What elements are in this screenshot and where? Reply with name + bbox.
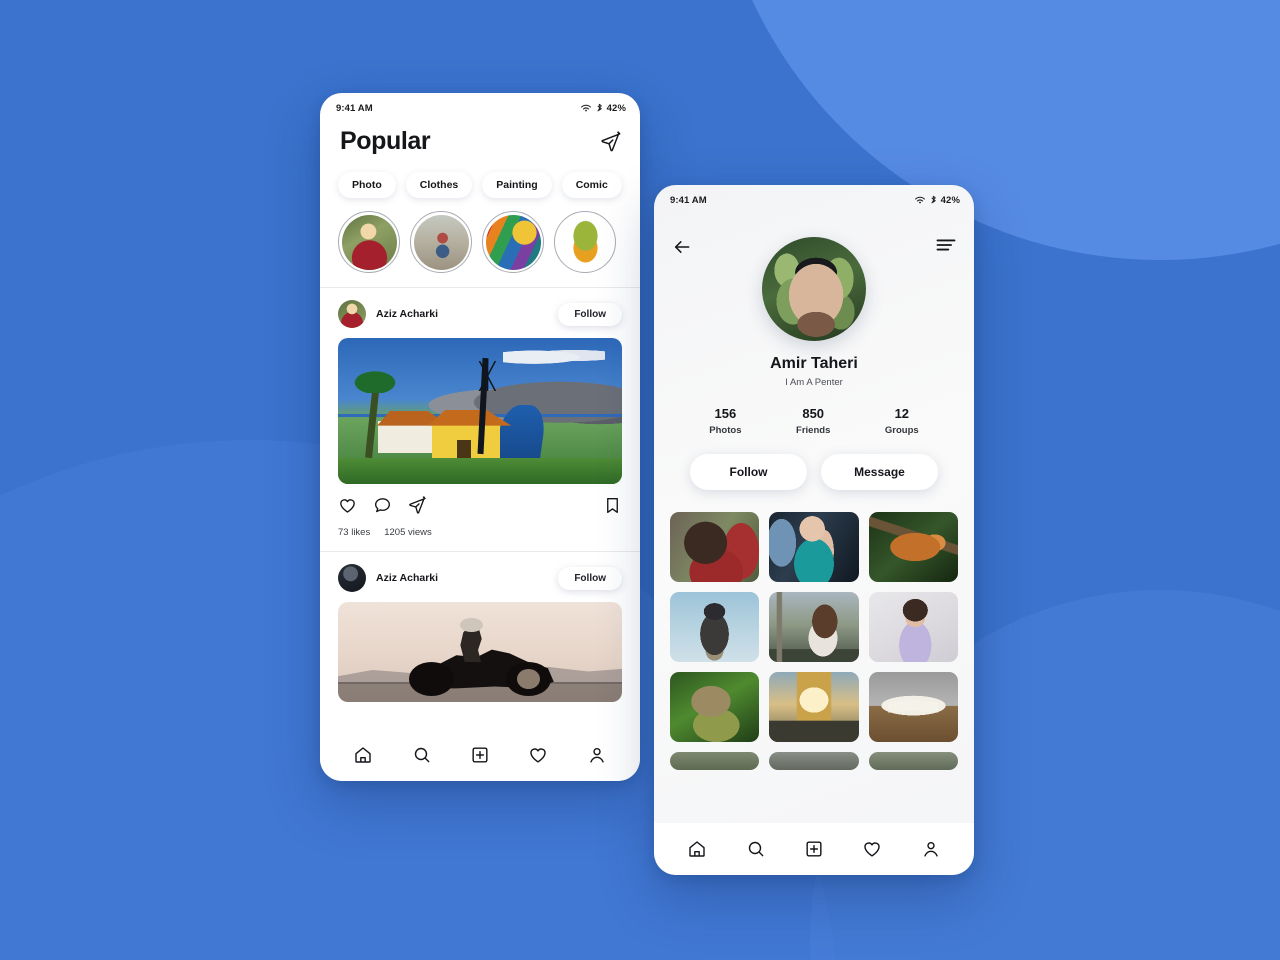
stat-label: Groups [884, 425, 919, 436]
follow-button[interactable]: Follow [558, 302, 622, 326]
stat-value: 850 [802, 406, 825, 421]
chip-comic[interactable]: Comic [561, 172, 622, 198]
message-button[interactable]: Message [821, 454, 938, 490]
nav-add[interactable] [804, 839, 824, 859]
share-icon[interactable] [408, 496, 427, 520]
photo-gallery-grid [654, 490, 974, 770]
nav-search[interactable] [746, 839, 766, 859]
profile-stats: 156 Photos 850 Friends 12 Groups [654, 388, 974, 436]
wifi-icon [580, 104, 591, 112]
views-count: 1205 views [384, 527, 432, 538]
story-list [320, 198, 640, 287]
post-image-motorcycle[interactable] [338, 602, 622, 702]
post-header: Aziz Acharki Follow [338, 288, 622, 338]
profile-bio: I Am A Penter [785, 377, 843, 388]
photo-woman-lilac-dress[interactable] [868, 592, 958, 662]
photo-squirrel-branch[interactable] [868, 512, 958, 582]
screenshot-canvas: 9:41 AM 42% Popular Photo Clothes Painti… [0, 0, 1280, 960]
story-comic-logo[interactable] [554, 211, 616, 273]
stat-groups[interactable]: 12 Groups [885, 406, 919, 436]
nav-search[interactable] [412, 745, 432, 765]
post-username[interactable]: Aziz Acharki [376, 572, 548, 584]
battery-percent: 42% [940, 194, 960, 206]
chip-photo[interactable]: Photo [338, 172, 396, 198]
likes-count: 73 likes [338, 527, 371, 538]
post-action-bar [338, 484, 622, 520]
photo-open-book[interactable] [868, 672, 958, 742]
hamburger-menu-icon[interactable] [936, 237, 956, 253]
bottom-navigation-feed [320, 729, 640, 781]
stat-label: Photos [709, 425, 742, 436]
post-image-painting[interactable] [338, 338, 622, 484]
phone-feed-screen: 9:41 AM 42% Popular Photo Clothes Painti… [320, 93, 640, 781]
photo-woman-city-bench[interactable] [769, 592, 859, 662]
story-blonde-woman[interactable] [338, 211, 400, 273]
feed-header: Popular [320, 119, 640, 158]
profile-avatar[interactable] [762, 237, 866, 341]
status-time: 9:41 AM [670, 194, 707, 206]
status-bar-feed: 9:41 AM 42% [320, 93, 640, 119]
chip-clothes[interactable]: Clothes [405, 172, 473, 198]
nav-likes[interactable] [862, 839, 882, 859]
comment-icon[interactable] [373, 496, 392, 520]
photo-woman-blue-sky[interactable] [670, 592, 760, 662]
status-bar-profile: 9:41 AM 42% [654, 185, 974, 211]
stat-label: Friends [796, 425, 831, 436]
post-header: Aziz Acharki Follow [338, 552, 622, 602]
follow-button[interactable]: Follow [690, 454, 807, 490]
stat-value: 12 [894, 406, 910, 421]
nav-home[interactable] [687, 839, 707, 859]
profile-name: Amir Taheri [770, 355, 858, 372]
post-item: Aziz Acharki Follow [320, 552, 640, 702]
photo-partial-row-2[interactable] [769, 752, 859, 770]
stat-value: 156 [714, 406, 737, 421]
bluetooth-icon [597, 103, 602, 112]
photo-partial-row-3[interactable] [868, 752, 958, 770]
phone-profile-screen: 9:41 AM 42% Amir Taheri I Am A Penter 15… [654, 185, 974, 875]
follow-button[interactable]: Follow [558, 566, 622, 590]
nav-likes[interactable] [528, 745, 548, 765]
wifi-icon [914, 196, 925, 204]
status-time: 9:41 AM [336, 102, 373, 114]
stat-friends[interactable]: 850 Friends [796, 406, 830, 436]
category-chip-list: Photo Clothes Painting Comic [320, 158, 640, 198]
profile-header [654, 211, 974, 341]
photo-woman-red-dress[interactable] [670, 512, 760, 582]
story-woman-beach[interactable] [410, 211, 472, 273]
photo-bird-green[interactable] [670, 672, 760, 742]
page-title: Popular [340, 127, 431, 155]
nav-add[interactable] [470, 745, 490, 765]
nav-profile[interactable] [587, 745, 607, 765]
post-stats: 73 likes 1205 views [338, 520, 622, 551]
avatar[interactable] [338, 300, 366, 328]
chip-painting[interactable]: Painting [482, 172, 552, 198]
bluetooth-icon [931, 195, 936, 204]
post-username[interactable]: Aziz Acharki [376, 308, 548, 320]
story-colorful-painting[interactable] [482, 211, 544, 273]
heart-icon[interactable] [338, 496, 357, 520]
avatar[interactable] [338, 564, 366, 592]
bookmark-icon[interactable] [603, 496, 622, 520]
photo-woman-teal-top[interactable] [769, 512, 859, 582]
photo-bridge-sunset[interactable] [769, 672, 859, 742]
bottom-navigation-profile [654, 823, 974, 875]
battery-percent: 42% [606, 102, 626, 114]
back-arrow-icon[interactable] [672, 237, 692, 257]
send-icon[interactable] [600, 130, 622, 153]
post-item: Aziz Acharki Follow [320, 288, 640, 551]
profile-action-buttons: Follow Message [654, 436, 974, 490]
nav-home[interactable] [353, 745, 373, 765]
nav-profile[interactable] [921, 839, 941, 859]
stat-photos[interactable]: 156 Photos [709, 406, 741, 436]
photo-partial-row-1[interactable] [670, 752, 760, 770]
